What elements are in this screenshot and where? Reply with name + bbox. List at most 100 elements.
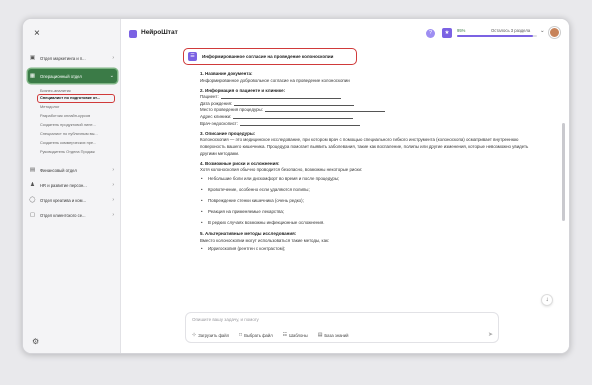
scroll-down-button[interactable]: ↓: [541, 294, 553, 306]
section-text: Информированное добровольное согласие на…: [200, 77, 350, 83]
chevron-right-icon: ›: [112, 167, 114, 173]
chevron-right-icon: ›: [112, 55, 114, 61]
list-item: В редких случаях возможны инфекционные о…: [200, 220, 540, 227]
sidebar-subitem[interactable]: Разработчик онлайн-курсов: [40, 113, 116, 119]
list-item: Повреждение стенки кишечника (очень редк…: [200, 198, 540, 205]
sidebar-subitem[interactable]: Специалист по публичным вы...: [40, 131, 116, 137]
message-input[interactable]: [192, 317, 452, 322]
sidebar-subitem-selected[interactable]: Специалист по подготовке от...: [37, 94, 115, 103]
send-icon[interactable]: ➤: [488, 331, 493, 338]
template-icon: ☷: [282, 332, 288, 338]
quota-percent: 95%: [457, 28, 466, 33]
section-heading: 4. Возможные риски и осложнения:: [200, 160, 280, 166]
paperclip-icon: ⊹: [192, 332, 197, 338]
tool-label: Загрузить файл: [198, 332, 230, 338]
scrollbar[interactable]: [562, 123, 565, 221]
tool-label: Выбрать файл: [244, 332, 273, 338]
gift-icon[interactable]: ★: [442, 28, 452, 38]
chevron-down-icon: ⌄: [109, 73, 114, 79]
people-icon: ♟: [30, 182, 35, 188]
help-icon[interactable]: ?: [426, 29, 435, 38]
sidebar-group-client-service[interactable]: ▢ Отдел клиентского се... ›: [28, 208, 117, 222]
sidebar-subitem[interactable]: Руководитель Отдела Продаж: [40, 149, 116, 155]
sidebar-group-label: Операционный отдел: [40, 73, 82, 79]
sidebar-subitem[interactable]: Создатель коммерческих пре...: [40, 140, 116, 146]
tool-label: Шаблоны: [289, 332, 308, 338]
form-field-label: Дата рождения:: [200, 100, 233, 106]
sidebar-group-label: Отдел маркетинга и п...: [40, 55, 86, 61]
chevron-right-icon: ›: [112, 212, 114, 218]
section-text: Хотя колоноскопия обычно проводится безо…: [200, 167, 363, 173]
quota-progress-bar: [457, 35, 537, 37]
chevron-down-icon[interactable]: ⌄: [540, 28, 545, 34]
book-icon: ▤: [317, 332, 323, 338]
blank-line: [220, 94, 341, 100]
form-field: Дата рождения:: [200, 101, 540, 108]
form-field: Место проведения процедуры:: [200, 107, 540, 114]
blank-line: [233, 114, 354, 120]
main-panel: НейроШтат ? ★ 95% Осталось 3 раздела ⌄ ☰…: [120, 19, 569, 353]
app-window: × ▣ Отдел маркетинга и п... › ▦ Операцио…: [22, 18, 570, 354]
logo-icon: [129, 30, 137, 38]
chat-icon: ◯: [29, 197, 36, 203]
avatar[interactable]: [549, 27, 560, 38]
section-heading: 3. Описание процедуры:: [200, 130, 256, 136]
section-heading: 1. Название документа:: [200, 71, 253, 76]
choose-file-button[interactable]: □ Выбрать файл: [239, 332, 273, 338]
bullet-list: Ирригоскопия (рентген с контрастом);: [200, 246, 540, 253]
form-field: Пациент:: [200, 94, 540, 101]
section-text: Колоноскопия — это медицинское исследова…: [200, 137, 529, 156]
wallet-icon: ▤: [29, 167, 36, 173]
grid-icon: ▦: [29, 73, 36, 79]
section-heading: 5. Альтернативные методы исследования:: [200, 231, 297, 237]
form-field-label: Врач-эндоскопист:: [200, 120, 238, 126]
blank-line: [264, 107, 385, 113]
sidebar-group-label: HR и развитие персон...: [40, 182, 87, 188]
section-text: Вместо колоноскопии могут использоваться…: [200, 237, 330, 243]
sidebar-group-creative[interactable]: ◯ Отдел креатива и ком... ›: [28, 193, 117, 207]
sidebar-group-label: Отдел клиентского се...: [40, 212, 86, 218]
document-title: Информированное согласие на проведение к…: [202, 54, 334, 59]
list-item: Небольшие боли или дискомфорт во время и…: [200, 176, 540, 183]
sidebar-group-operations[interactable]: ▦ Операционный отдел ⌄: [28, 69, 117, 83]
upload-file-button[interactable]: ⊹ Загрузить файл: [192, 332, 229, 338]
bullet-list: Небольшие боли или дискомфорт во время и…: [200, 176, 540, 227]
form-field-label: Пациент:: [200, 94, 219, 100]
folder-icon: □: [239, 332, 243, 338]
knowledge-base-button[interactable]: ▤ База знаний: [318, 332, 349, 338]
form-field-label: Адрес клиники:: [200, 114, 232, 120]
document-body: 1. Название документа: Информированное д…: [200, 71, 540, 316]
sidebar-group-label: Финансовый отдел: [40, 167, 77, 173]
document-icon: ☰: [188, 52, 197, 61]
form-field: Адрес клиники:: [200, 114, 540, 121]
chevron-right-icon: ›: [112, 197, 114, 203]
form-field: Врач-эндоскопист:: [200, 121, 540, 128]
sidebar-group-label: Отдел креатива и ком...: [40, 197, 87, 203]
list-item: Кровотечение, особенно если удаляются по…: [200, 187, 540, 194]
tool-label: База знаний: [324, 332, 349, 338]
gear-icon[interactable]: ⚙: [32, 337, 39, 346]
blank-line: [234, 101, 355, 106]
blank-line: [240, 121, 360, 126]
form-field-label: Место проведения процедуры:: [200, 107, 263, 113]
quota-progress-fill: [457, 35, 533, 37]
document-title-card: ☰ Информированное согласие на проведение…: [183, 48, 357, 65]
sidebar-group-hr[interactable]: ♟ HR и развитие персон... ›: [28, 178, 117, 192]
sidebar-group-finance[interactable]: ▤ Финансовый отдел ›: [28, 163, 117, 177]
list-item: Ирригоскопия (рентген с контрастом);: [200, 246, 540, 253]
message-composer: ⊹Загрузить файл □Выбрать файл ☷Шаблоны ▤…: [185, 312, 499, 343]
building-icon: ▣: [29, 55, 36, 61]
templates-button[interactable]: ☷ Шаблоны: [283, 332, 308, 338]
monitor-icon: ▢: [29, 212, 36, 218]
sidebar-group-marketing[interactable]: ▣ Отдел маркетинга и п... ›: [28, 51, 117, 65]
app-title: НейроШтат: [141, 29, 178, 36]
sidebar-subitem[interactable]: Создатель продуктовой лине...: [40, 122, 116, 128]
list-item: Реакция на применяемые лекарства;: [200, 209, 540, 216]
chevron-right-icon: ›: [112, 182, 114, 188]
sidebar-subitem[interactable]: Методолог: [40, 104, 116, 110]
section-heading: 2. Информация о пациенте и клинике:: [200, 87, 286, 93]
composer-toolbar: ⊹ Загрузить файл □ Выбрать файл ☷ Шаблоны ▤…: [192, 332, 358, 338]
close-icon[interactable]: ×: [34, 28, 40, 39]
quota-remaining: Осталось 3 раздела: [491, 28, 531, 33]
sidebar: × ▣ Отдел маркетинга и п... › ▦ Операцио…: [23, 19, 119, 353]
